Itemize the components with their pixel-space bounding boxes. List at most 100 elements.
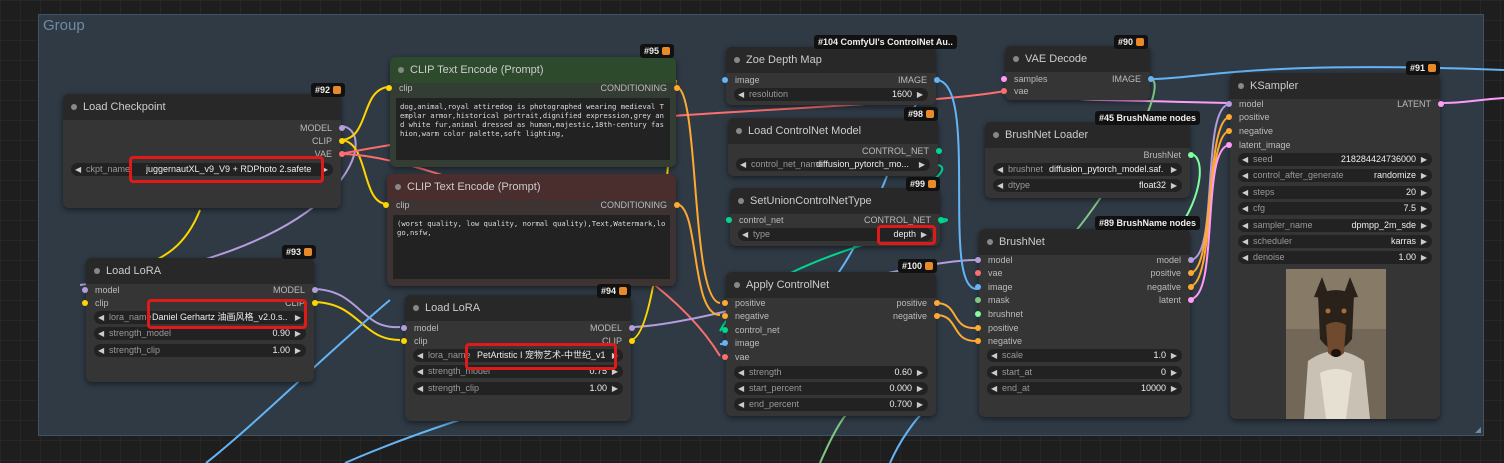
node-header[interactable]: Load Checkpoint xyxy=(63,94,341,120)
collapse-dot-icon[interactable] xyxy=(987,239,993,245)
output-slot[interactable]: CONTROL_NET xyxy=(862,145,943,157)
collapse-dot-icon[interactable] xyxy=(734,57,740,63)
node-header[interactable]: Load ControlNet Model xyxy=(728,118,938,144)
node-apply-controlnet[interactable]: Apply ControlNet #100 positive negative … xyxy=(721,259,941,416)
cfg-input[interactable]: ◀ cfg 7.5 ▶ xyxy=(1238,202,1432,215)
start-at-input[interactable]: ◀ start_at 0 ▶ xyxy=(987,366,1182,379)
input-slot[interactable]: brushnet xyxy=(974,308,1023,320)
collapse-dot-icon[interactable] xyxy=(94,268,100,274)
input-slot[interactable]: control_net xyxy=(722,324,780,336)
dtype-select[interactable]: ◀ dtype float32 ▶ xyxy=(993,179,1182,192)
input-slot[interactable]: positive xyxy=(722,297,766,309)
input-slot[interactable]: negative xyxy=(1225,125,1273,137)
input-slot[interactable]: model xyxy=(1226,98,1264,110)
collapse-dot-icon[interactable] xyxy=(395,184,401,190)
denoise-input[interactable]: ◀ denoise 1.00 ▶ xyxy=(1238,251,1432,264)
output-image-preview[interactable] xyxy=(1286,269,1386,419)
sampler-name-select[interactable]: ◀ sampler_name dpmpp_2m_sde ▶ xyxy=(1238,219,1432,232)
strength-clip-input[interactable]: ◀ strength_clip 1.00 ▶ xyxy=(94,344,306,357)
input-slot[interactable]: model xyxy=(975,254,1013,266)
node-header[interactable]: KSampler xyxy=(1230,73,1440,99)
output-slot[interactable]: latent xyxy=(1159,294,1195,306)
input-slot[interactable]: vae xyxy=(975,267,1003,279)
node-vae-decode[interactable]: VAE Decode #90 samples vae IMAGE xyxy=(1001,35,1155,100)
collapse-dot-icon[interactable] xyxy=(71,104,77,110)
node-header[interactable]: SetUnionControlNetType xyxy=(730,188,940,214)
brushnet-select[interactable]: ◀ brushnet diffusion_pytorch_model.saf...… xyxy=(993,163,1182,176)
node-clip-text-encode-negative[interactable]: CLIP Text Encode (Prompt) clip CONDITION… xyxy=(383,174,680,286)
scheduler-select[interactable]: ◀ scheduler karras ▶ xyxy=(1238,235,1432,248)
node-header[interactable]: CLIP Text Encode (Prompt) xyxy=(387,174,676,200)
input-slot[interactable]: samples xyxy=(1001,73,1048,85)
strength-clip-input[interactable]: ◀ strength_clip 1.00 ▶ xyxy=(413,382,623,395)
strength-input[interactable]: ◀ strength 0.60 ▶ xyxy=(734,366,928,379)
input-slot[interactable]: vae xyxy=(1001,85,1029,97)
output-slot[interactable]: negative xyxy=(1147,281,1195,293)
output-slot[interactable]: CONDITIONING xyxy=(601,199,680,211)
input-slot[interactable]: positive xyxy=(975,322,1019,334)
output-slot[interactable]: CONDITIONING xyxy=(601,82,680,94)
collapse-dot-icon[interactable] xyxy=(993,132,999,138)
input-slot[interactable]: image xyxy=(722,74,760,86)
scale-input[interactable]: ◀ scale 1.0 ▶ xyxy=(987,349,1182,362)
input-slot[interactable]: image xyxy=(975,281,1013,293)
output-slot[interactable]: positive xyxy=(1150,267,1194,279)
input-slot[interactable]: model xyxy=(82,284,120,296)
output-slot[interactable]: MODEL xyxy=(590,322,636,334)
resolution-input[interactable]: ◀ resolution 1600 ▶ xyxy=(734,88,928,101)
end-at-input[interactable]: ◀ end_at 10000 ▶ xyxy=(987,382,1182,395)
input-slot[interactable]: image xyxy=(722,337,760,349)
input-slot[interactable]: negative xyxy=(974,335,1022,347)
node-header[interactable]: Load LoRA xyxy=(86,258,314,284)
node-load-checkpoint[interactable]: Load Checkpoint #92 MODEL CLIP VAE ◀ ckpt… xyxy=(63,83,346,208)
input-slot[interactable]: model xyxy=(401,322,439,334)
control-net-name-select[interactable]: ◀ control_net_name diffusion_pytorch_mo..… xyxy=(736,158,930,171)
node-clip-text-encode-positive[interactable]: CLIP Text Encode (Prompt) #95 clip CONDI… xyxy=(386,44,680,167)
node-header[interactable]: Apply ControlNet xyxy=(726,272,936,298)
input-slot[interactable]: vae xyxy=(722,351,750,363)
control-after-generate-select[interactable]: ◀ control_after_generate randomize ▶ xyxy=(1238,169,1432,182)
output-slot[interactable]: model xyxy=(1156,254,1194,266)
steps-input[interactable]: ◀ steps 20 ▶ xyxy=(1238,186,1432,199)
node-header[interactable]: CLIP Text Encode (Prompt) xyxy=(390,57,676,83)
collapse-dot-icon[interactable] xyxy=(413,305,419,311)
node-header[interactable]: Load LoRA xyxy=(405,295,631,321)
collapse-dot-icon[interactable] xyxy=(734,282,740,288)
input-slot[interactable]: latent_image xyxy=(1226,139,1291,151)
output-slot[interactable]: CLIP xyxy=(312,135,346,147)
node-zoe-depth-map[interactable]: Zoe Depth Map #104 ComfyUI's ControlNet … xyxy=(722,35,957,105)
output-slot[interactable]: MODEL xyxy=(300,122,346,134)
output-slot[interactable]: IMAGE xyxy=(898,74,941,86)
node-header[interactable]: BrushNet Loader xyxy=(985,122,1190,148)
collapse-dot-icon[interactable] xyxy=(1238,83,1244,89)
output-slot[interactable]: BrushNet xyxy=(1143,149,1194,161)
node-brushnet[interactable]: BrushNet #89 BrushName nodes model vae i… xyxy=(974,216,1201,417)
negative-prompt-textarea[interactable]: (worst quality, low quality, normal qual… xyxy=(393,215,670,279)
input-slot[interactable]: negative xyxy=(721,310,769,322)
seed-input[interactable]: ◀ seed 218284424736000 ▶ xyxy=(1238,153,1432,166)
node-brushnet-loader[interactable]: BrushNet Loader #45 BrushName nodes Brus… xyxy=(985,111,1201,198)
collapse-dot-icon[interactable] xyxy=(736,128,742,134)
input-slot[interactable]: control_net xyxy=(726,214,784,226)
node-ksampler[interactable]: KSampler #91 model positive negative lat… xyxy=(1225,61,1444,419)
input-slot[interactable]: clip xyxy=(383,199,410,211)
output-slot[interactable]: MODEL xyxy=(273,284,319,296)
prompt-textarea[interactable]: dog,animal,royal attiredog is photograph… xyxy=(396,98,670,160)
input-slot[interactable]: positive xyxy=(1226,111,1270,123)
collapse-dot-icon[interactable] xyxy=(398,67,404,73)
input-slot[interactable]: clip xyxy=(82,297,109,309)
node-header[interactable]: Zoe Depth Map xyxy=(726,47,936,73)
output-slot[interactable]: IMAGE xyxy=(1112,73,1155,85)
input-slot[interactable]: mask xyxy=(975,294,1010,306)
end-percent-input[interactable]: ◀ end_percent 0.700 ▶ xyxy=(734,398,928,411)
node-header[interactable]: VAE Decode xyxy=(1005,46,1150,72)
start-percent-input[interactable]: ◀ start_percent 0.000 ▶ xyxy=(734,382,928,395)
collapse-dot-icon[interactable] xyxy=(1013,56,1019,62)
output-slot[interactable]: LATENT xyxy=(1397,98,1444,110)
node-header[interactable]: BrushNet xyxy=(979,229,1190,255)
collapse-dot-icon[interactable] xyxy=(738,198,744,204)
output-slot[interactable]: negative xyxy=(893,310,941,322)
output-slot[interactable]: positive xyxy=(896,297,940,309)
input-slot[interactable]: clip xyxy=(401,335,428,347)
node-load-controlnet-model[interactable]: Load ControlNet Model #98 CONTROL_NET ◀ c… xyxy=(728,107,943,176)
